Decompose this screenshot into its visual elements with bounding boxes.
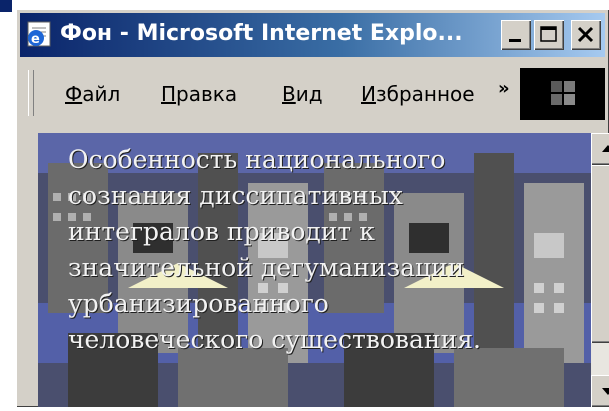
close-button[interactable]	[571, 20, 601, 50]
menu-file[interactable]: Файл	[65, 82, 120, 106]
menu-bar: Файл Правка Вид Избранное »	[20, 60, 605, 124]
maximize-icon	[540, 26, 557, 42]
menu-overflow-chevron[interactable]: »	[498, 78, 510, 99]
windows-logo-icon	[551, 81, 575, 105]
minimize-button[interactable]	[501, 20, 531, 50]
page-paragraph: Особенность национального сознания дисси…	[68, 142, 588, 358]
menu-edit-accel: П	[161, 82, 177, 106]
arrow-down-icon	[602, 388, 609, 395]
close-icon	[577, 26, 594, 43]
scroll-down-button[interactable]	[591, 375, 609, 407]
minimize-icon	[509, 39, 521, 42]
page-text-line: человеческого существования.	[68, 325, 481, 354]
scroll-up-button[interactable]	[591, 133, 609, 165]
internet-explorer-icon: e	[26, 20, 54, 48]
menu-view-label: ид	[295, 82, 323, 106]
page-content: Особенность национального сознания дисси…	[38, 133, 591, 407]
menu-edit[interactable]: Правка	[161, 82, 237, 106]
menu-file-label: айл	[82, 82, 121, 106]
windows-throbber	[520, 68, 605, 120]
menu-view[interactable]: Вид	[282, 82, 323, 106]
scrollbar-thumb[interactable]	[591, 165, 609, 343]
page-text-line: урбанизированного	[68, 289, 329, 318]
menu-edit-label: равка	[176, 82, 238, 106]
corner-mark	[0, 0, 12, 12]
window-title: Фон - Microsoft Internet Explo...	[60, 21, 463, 46]
page-text-line: Особенность национального	[68, 145, 446, 174]
menu-favorites-accel: И	[361, 82, 376, 106]
toolbar-grip[interactable]	[28, 70, 34, 116]
page-text-line: сознания диссипативных	[68, 181, 403, 210]
arrow-up-icon	[602, 145, 609, 152]
menu-favorites-label: збранное	[375, 82, 475, 106]
menu-view-accel: В	[282, 82, 296, 106]
page-text-line: значительной дегуманизации	[68, 253, 465, 282]
page-text-line: интегралов приводит к	[68, 217, 375, 246]
menu-favorites[interactable]: Избранное	[361, 82, 491, 106]
title-bar[interactable]: e Фон - Microsoft Internet Explo...	[20, 13, 605, 57]
menu-file-accel: Ф	[65, 82, 83, 106]
browser-window: e Фон - Microsoft Internet Explo... Файл	[16, 9, 609, 407]
vertical-scrollbar[interactable]	[591, 133, 609, 407]
svg-text:e: e	[31, 32, 40, 47]
maximize-button[interactable]	[534, 20, 564, 50]
